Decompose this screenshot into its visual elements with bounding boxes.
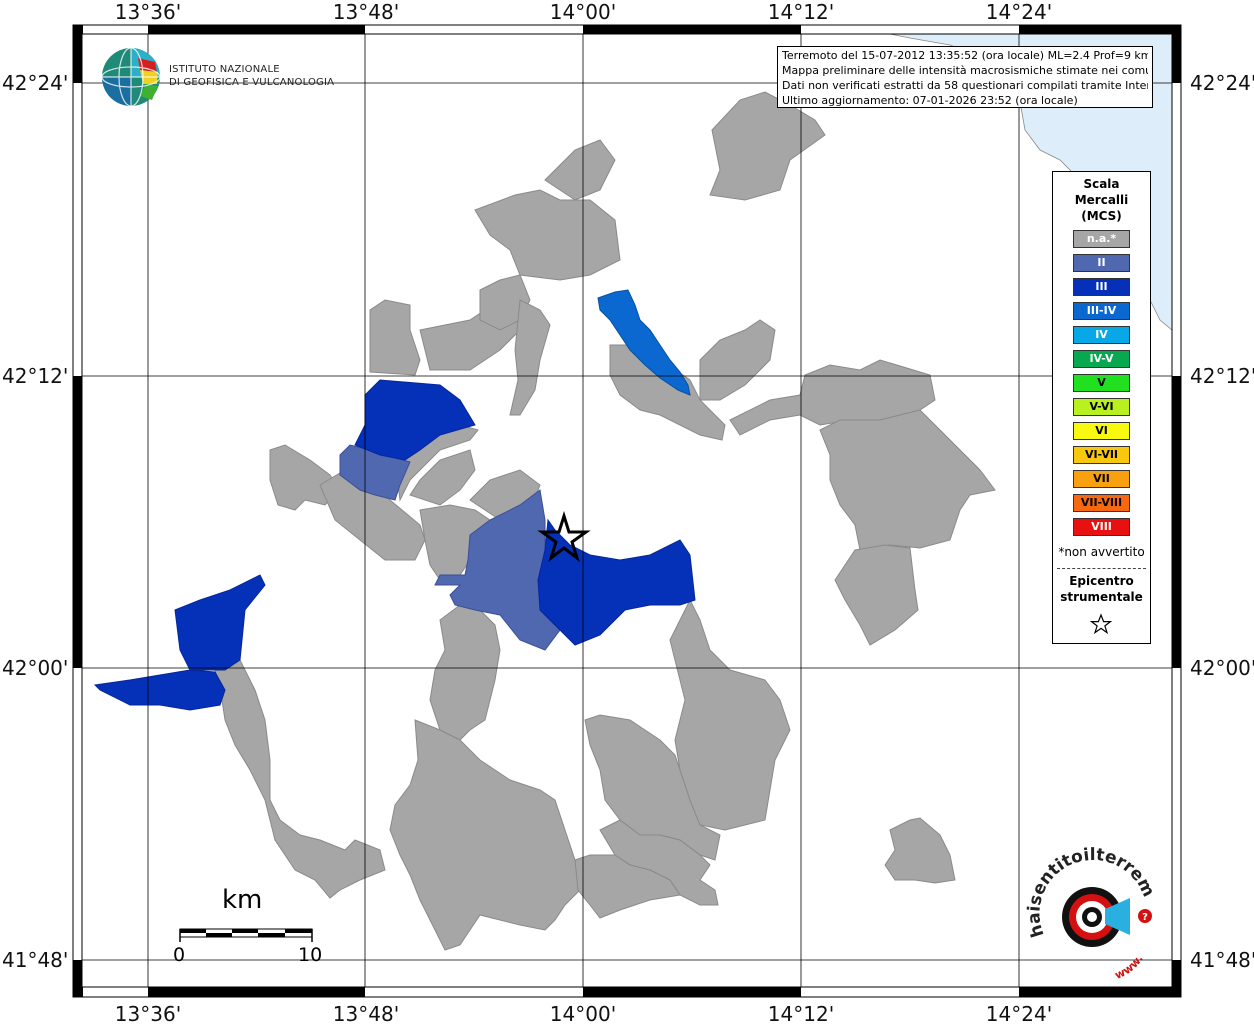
scale-bar-end: 10 <box>298 944 323 966</box>
legend-item-7: V-VI <box>1073 398 1130 416</box>
lat-label-left-4: 41°48' <box>2 948 69 972</box>
lat-label-left-3: 42°00' <box>2 656 69 680</box>
legend-item-5: IV-V <box>1073 350 1130 368</box>
legend-item-10: VII <box>1073 470 1130 488</box>
lat-label-right-2: 42°12' <box>1190 364 1254 388</box>
lon-label-top-4: 14°12' <box>767 0 835 24</box>
lon-label-bottom-2: 13°48' <box>332 1002 400 1026</box>
haisentito-prefix: www. <box>1113 952 1146 982</box>
haisentito-logo-text: haisentitoilterremoto.it www. <box>1022 847 1158 982</box>
legend-epicenter-label: Epicentro strumentale <box>1060 574 1143 604</box>
lat-label-left-1: 42°24' <box>2 71 69 95</box>
lon-label-bottom-3: 14°00' <box>549 1002 617 1026</box>
lon-label-top-3: 14°00' <box>549 0 617 24</box>
lon-label-bottom-1: 13°36' <box>114 1002 182 1026</box>
lon-label-top-5: 14°24' <box>985 0 1053 24</box>
scale-bar-unit: km <box>222 885 263 915</box>
lat-label-left-2: 42°12' <box>2 364 69 388</box>
legend-item-9: VI-VII <box>1073 446 1130 464</box>
intensity-legend: Scala Mercalli (MCS) n.a.* II III III-IV IV I… <box>1052 171 1151 644</box>
legend-item-12: VIII <box>1073 518 1130 536</box>
legend-item-6: V <box>1073 374 1130 392</box>
haisentito-name: haisentitoilterremoto.it <box>1022 847 1158 940</box>
legend-item-3: III-IV <box>1073 302 1130 320</box>
event-info-line3: Dati non verificati estratti da 58 quest… <box>782 79 1148 92</box>
legend-item-4: IV <box>1073 326 1130 344</box>
lon-label-bottom-5: 14°24' <box>985 1002 1053 1026</box>
event-info-line4: Ultimo aggiornamento: 07-01-2026 23:52 (… <box>782 94 1078 107</box>
lon-label-bottom-4: 14°12' <box>767 1002 835 1026</box>
legend-star-icon <box>1089 613 1113 635</box>
legend-item-8: VI <box>1073 422 1130 440</box>
event-info-box: Terremoto del 15-07-2012 13:35:52 (ora l… <box>777 46 1153 108</box>
lon-label-top-2: 13°48' <box>332 0 400 24</box>
legend-divider <box>1057 568 1146 569</box>
ingv-logo-icon <box>101 47 161 107</box>
legend-note: *non avvertito <box>1058 545 1145 559</box>
legend-item-0: n.a.* <box>1073 230 1130 248</box>
event-info-line2: Mappa preliminare delle intensità macros… <box>782 64 1148 77</box>
lat-label-right-3: 42°00' <box>1190 656 1254 680</box>
ingv-name-line1: ISTITUTO NAZIONALE <box>169 64 280 75</box>
event-info-line1: Terremoto del 15-07-2012 13:35:52 (ora l… <box>782 49 1148 62</box>
lon-label-top-1: 13°36' <box>114 0 182 24</box>
scale-bar-start: 0 <box>173 944 186 966</box>
ingv-name: ISTITUTO NAZIONALE DI GEOFISICA E VULCAN… <box>169 63 334 89</box>
legend-item-11: VII-VIII <box>1073 494 1130 512</box>
lat-label-right-1: 42°24' <box>1190 71 1254 95</box>
legend-title: Scala Mercalli (MCS) <box>1074 177 1129 223</box>
ingv-name-line2: DI GEOFISICA E VULCANOLOGIA <box>169 77 335 88</box>
legend-item-2: III <box>1073 278 1130 296</box>
legend-item-1: II <box>1073 254 1130 272</box>
lat-label-right-4: 41°48' <box>1190 948 1254 972</box>
